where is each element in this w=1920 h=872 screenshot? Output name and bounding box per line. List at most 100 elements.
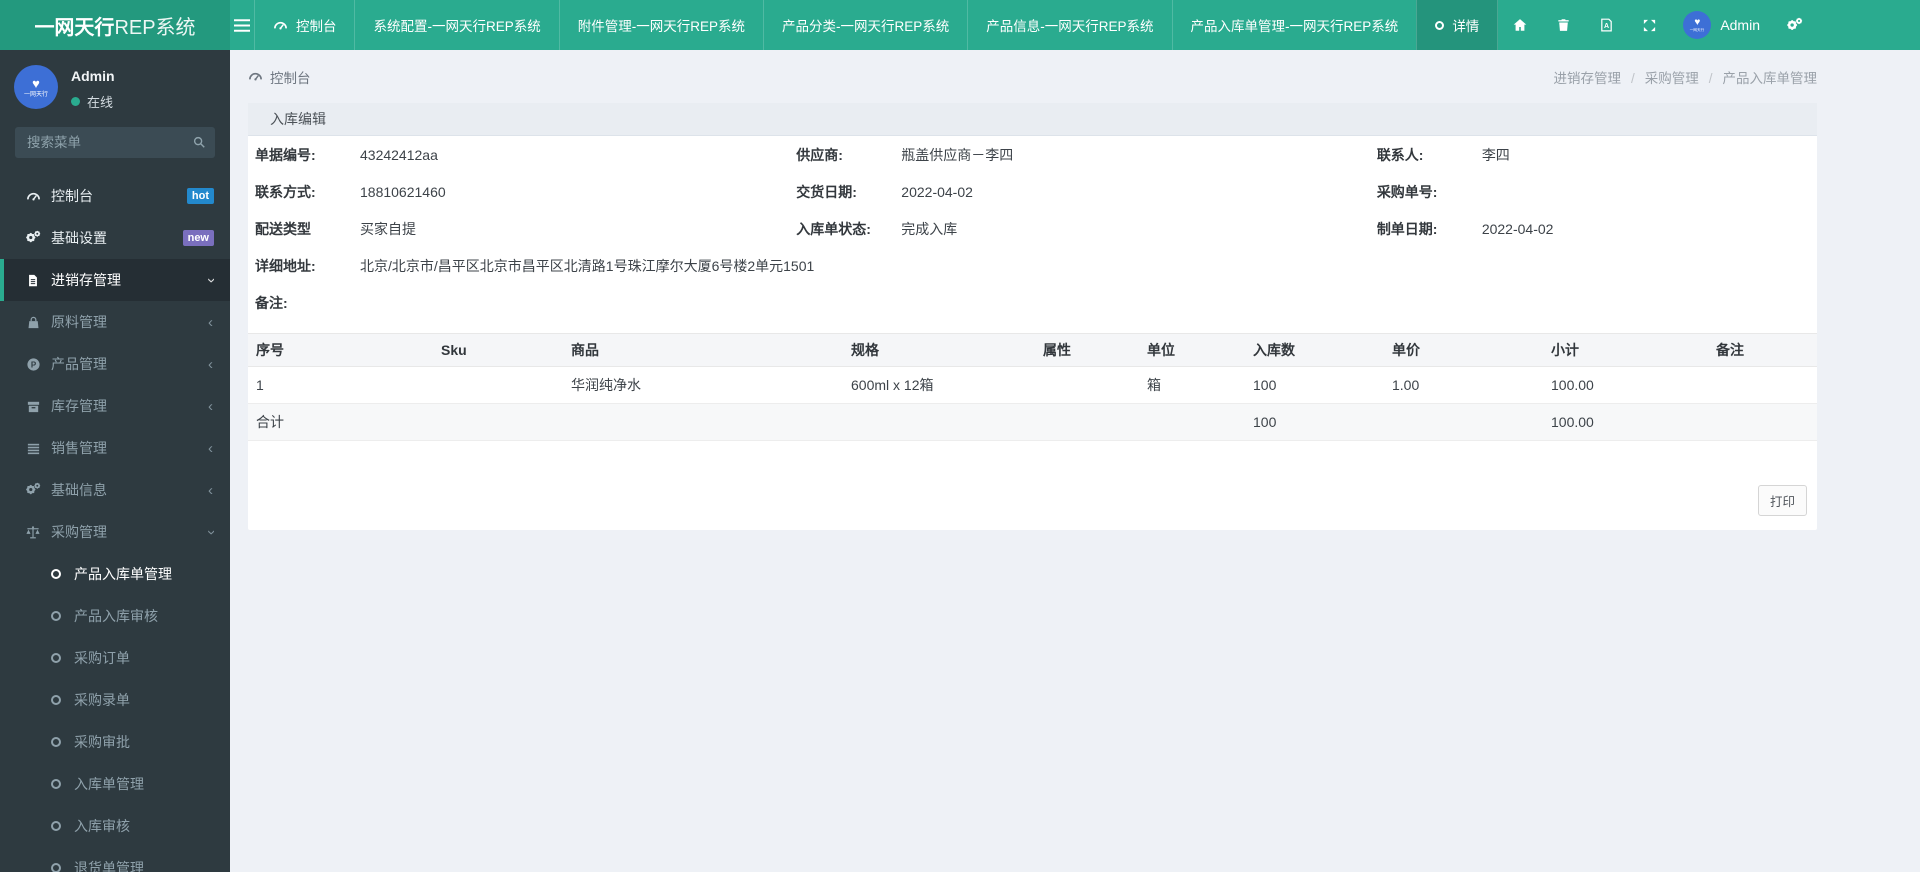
total-cell [563, 403, 843, 441]
circle-o-icon [47, 695, 65, 705]
search-input[interactable] [15, 127, 215, 158]
menu-label: 退货单管理 [74, 860, 144, 872]
sidebar-item-inbound-order-mgmt[interactable]: 入库单管理 [0, 763, 230, 805]
field-document-no: 单据编号: 43242412aa [248, 136, 789, 173]
field-label: 详细地址: [255, 257, 316, 274]
breadcrumb-item[interactable]: 采购管理 [1621, 67, 1699, 87]
menu-label: 基础设置 [51, 230, 107, 246]
tab-product-category[interactable]: 产品分类-一网天行REP系统 [763, 0, 967, 50]
sidebar-item-stock-mgmt[interactable]: 库存管理 ‹ [0, 385, 230, 427]
field-label: 联系方式: [255, 183, 316, 200]
home-icon [1512, 17, 1528, 33]
menu-label: 基础信息 [51, 482, 107, 498]
menu-label: 采购管理 [51, 524, 107, 540]
print-button[interactable]: 打印 [1757, 485, 1807, 516]
field-value: 瓶盖供应商－李四 [901, 146, 1014, 163]
tab-detail-active[interactable]: 详情 [1416, 0, 1499, 50]
sidebar-item-purchase-mgmt[interactable]: 采购管理 ‹ [0, 511, 230, 553]
col-header-product: 商品 [563, 333, 843, 367]
tab-product-info[interactable]: 产品信息-一网天行REP系统 [967, 0, 1171, 50]
dashboard-icon [273, 18, 288, 33]
brand-bold: 一网天行 [34, 16, 115, 39]
sidebar-item-dashboard[interactable]: 控制台 hot [0, 175, 230, 217]
menu-label: 入库审核 [74, 818, 130, 834]
tab-label: 详情 [1452, 19, 1480, 34]
menu-label: 采购录单 [74, 692, 130, 708]
tab-dashboard[interactable]: 控制台 [253, 0, 355, 50]
col-header-sku: Sku [433, 333, 563, 367]
sidebar-item-product-inbound-audit[interactable]: 产品入库审核 [0, 595, 230, 637]
sidebar-item-basic-info[interactable]: 基础信息 ‹ [0, 469, 230, 511]
chevron-left-icon: ‹ [208, 313, 213, 331]
tab-label: 控制台 [295, 19, 337, 34]
chevron-left-icon: ‹ [208, 397, 213, 415]
total-cell [1139, 403, 1245, 441]
logo-text: 一网天行 [23, 91, 48, 98]
fullscreen-button[interactable] [1628, 0, 1671, 50]
col-header-unit-price: 单价 [1384, 333, 1543, 367]
tab-attachment-mgmt[interactable]: 附件管理-一网天行REP系统 [558, 0, 763, 50]
search-icon [192, 135, 206, 149]
inbound-edit-panel: 入库编辑 单据编号: 43242412aa 供应商: 瓶盖供应商－李四 联系人:… [248, 103, 1817, 530]
field-label: 采购单号: [1376, 183, 1438, 200]
breadcrumb-item[interactable]: 进销存管理 [1553, 67, 1621, 87]
col-header-subtotal: 小计 [1543, 333, 1708, 367]
panel-body: 单据编号: 43242412aa 供应商: 瓶盖供应商－李四 联系人: 李四 联… [248, 136, 1817, 530]
field-contact-phone: 联系方式: 18810621460 [248, 173, 789, 210]
cell-product: 华润纯净水 [563, 366, 843, 404]
cell-unit-price: 1.00 [1384, 366, 1543, 404]
sidebar-item-inventory-mgmt[interactable]: 进销存管理 ‹ [0, 259, 230, 301]
settings-button[interactable] [1772, 0, 1817, 50]
field-value: 北京/北京市/昌平区北京市昌平区北清路1号珠江摩尔大厦6号楼2单元1501 [360, 257, 815, 274]
field-contact-person: 联系人: 李四 [1370, 136, 1817, 173]
circle-o-icon [47, 821, 65, 831]
user-menu[interactable]: ♥ 一网天行 Admin [1671, 11, 1772, 39]
total-cell [1035, 403, 1139, 441]
sidebar-item-basic-settings[interactable]: 基础设置 new [0, 217, 230, 259]
menu-label: 产品入库审核 [74, 608, 158, 624]
sidebar-item-return-order-mgmt[interactable]: 退货单管理 [0, 847, 230, 872]
sidebar-item-sales-mgmt[interactable]: 销售管理 ‹ [0, 427, 230, 469]
tab-label: 产品入库单管理-一网天行REP系统 [1190, 19, 1399, 34]
hot-badge: hot [186, 187, 214, 205]
tab-system-config[interactable]: 系统配置-一网天行REP系统 [354, 0, 558, 50]
sidebar-item-purchase-entry[interactable]: 采购录单 [0, 679, 230, 721]
col-header-remark: 备注 [1708, 333, 1817, 367]
total-inbound-qty: 100 [1245, 403, 1384, 441]
field-label: 联系人: [1376, 146, 1424, 163]
home-button[interactable] [1498, 0, 1542, 50]
cell-inbound-qty: 100 [1245, 366, 1384, 404]
sidebar-item-product-mgmt[interactable]: P 产品管理 ‹ [0, 343, 230, 385]
top-navbar: 一网天行 REP系统 控制台 系统配置-一网天行REP系统 附件管理-一网天行RE… [0, 0, 1920, 50]
field-label: 备注: [255, 294, 288, 311]
field-value: 2022-04-02 [901, 183, 973, 200]
table-total-row: 合计 100 100.00 [248, 403, 1817, 441]
sidebar-item-inbound-audit[interactable]: 入库审核 [0, 805, 230, 847]
chevron-down-icon: ‹ [202, 277, 219, 283]
clear-cache-button[interactable] [1542, 0, 1585, 50]
sidebar-item-product-inbound-order-mgmt[interactable]: 产品入库单管理 [0, 553, 230, 595]
cell-sku [433, 366, 563, 404]
sidebar-item-raw-material[interactable]: 原料管理 ‹ [0, 301, 230, 343]
table-row: 1 华润纯净水 600ml x 12箱 箱 100 1.00 100.00 [248, 366, 1817, 404]
menu-label: 采购审批 [74, 734, 130, 750]
sidebar-toggle-button[interactable] [230, 0, 254, 50]
language-button[interactable]: A [1585, 0, 1628, 50]
tab-label: 产品分类-一网天行REP系统 [782, 19, 950, 34]
menu-label: 控制台 [51, 188, 93, 204]
sidebar-menu: 控制台 hot 基础设置 new 进销存管理 ‹ 原料管理 ‹ P 产品管理 ‹… [0, 175, 230, 872]
col-header-unit: 单位 [1139, 333, 1245, 367]
cell-seq: 1 [248, 366, 433, 404]
circle-o-icon [47, 611, 65, 621]
tab-product-inbound-mgmt[interactable]: 产品入库单管理-一网天行REP系统 [1171, 0, 1417, 50]
avatar: ♥ 一网天行 [1683, 11, 1712, 39]
sidebar-user-panel: ♥ 一网天行 Admin 在线 [0, 50, 230, 121]
sidebar-item-purchase-order[interactable]: 采购订单 [0, 637, 230, 679]
gears-icon [1786, 17, 1803, 34]
field-value: 18810621460 [360, 183, 446, 200]
total-label: 合计 [248, 403, 433, 441]
sidebar-item-purchase-approval[interactable]: 采购审批 [0, 721, 230, 763]
logo-glyph: ♥ [32, 75, 40, 91]
breadcrumb[interactable]: 控制台 [248, 67, 311, 87]
svg-text:P: P [30, 360, 36, 369]
